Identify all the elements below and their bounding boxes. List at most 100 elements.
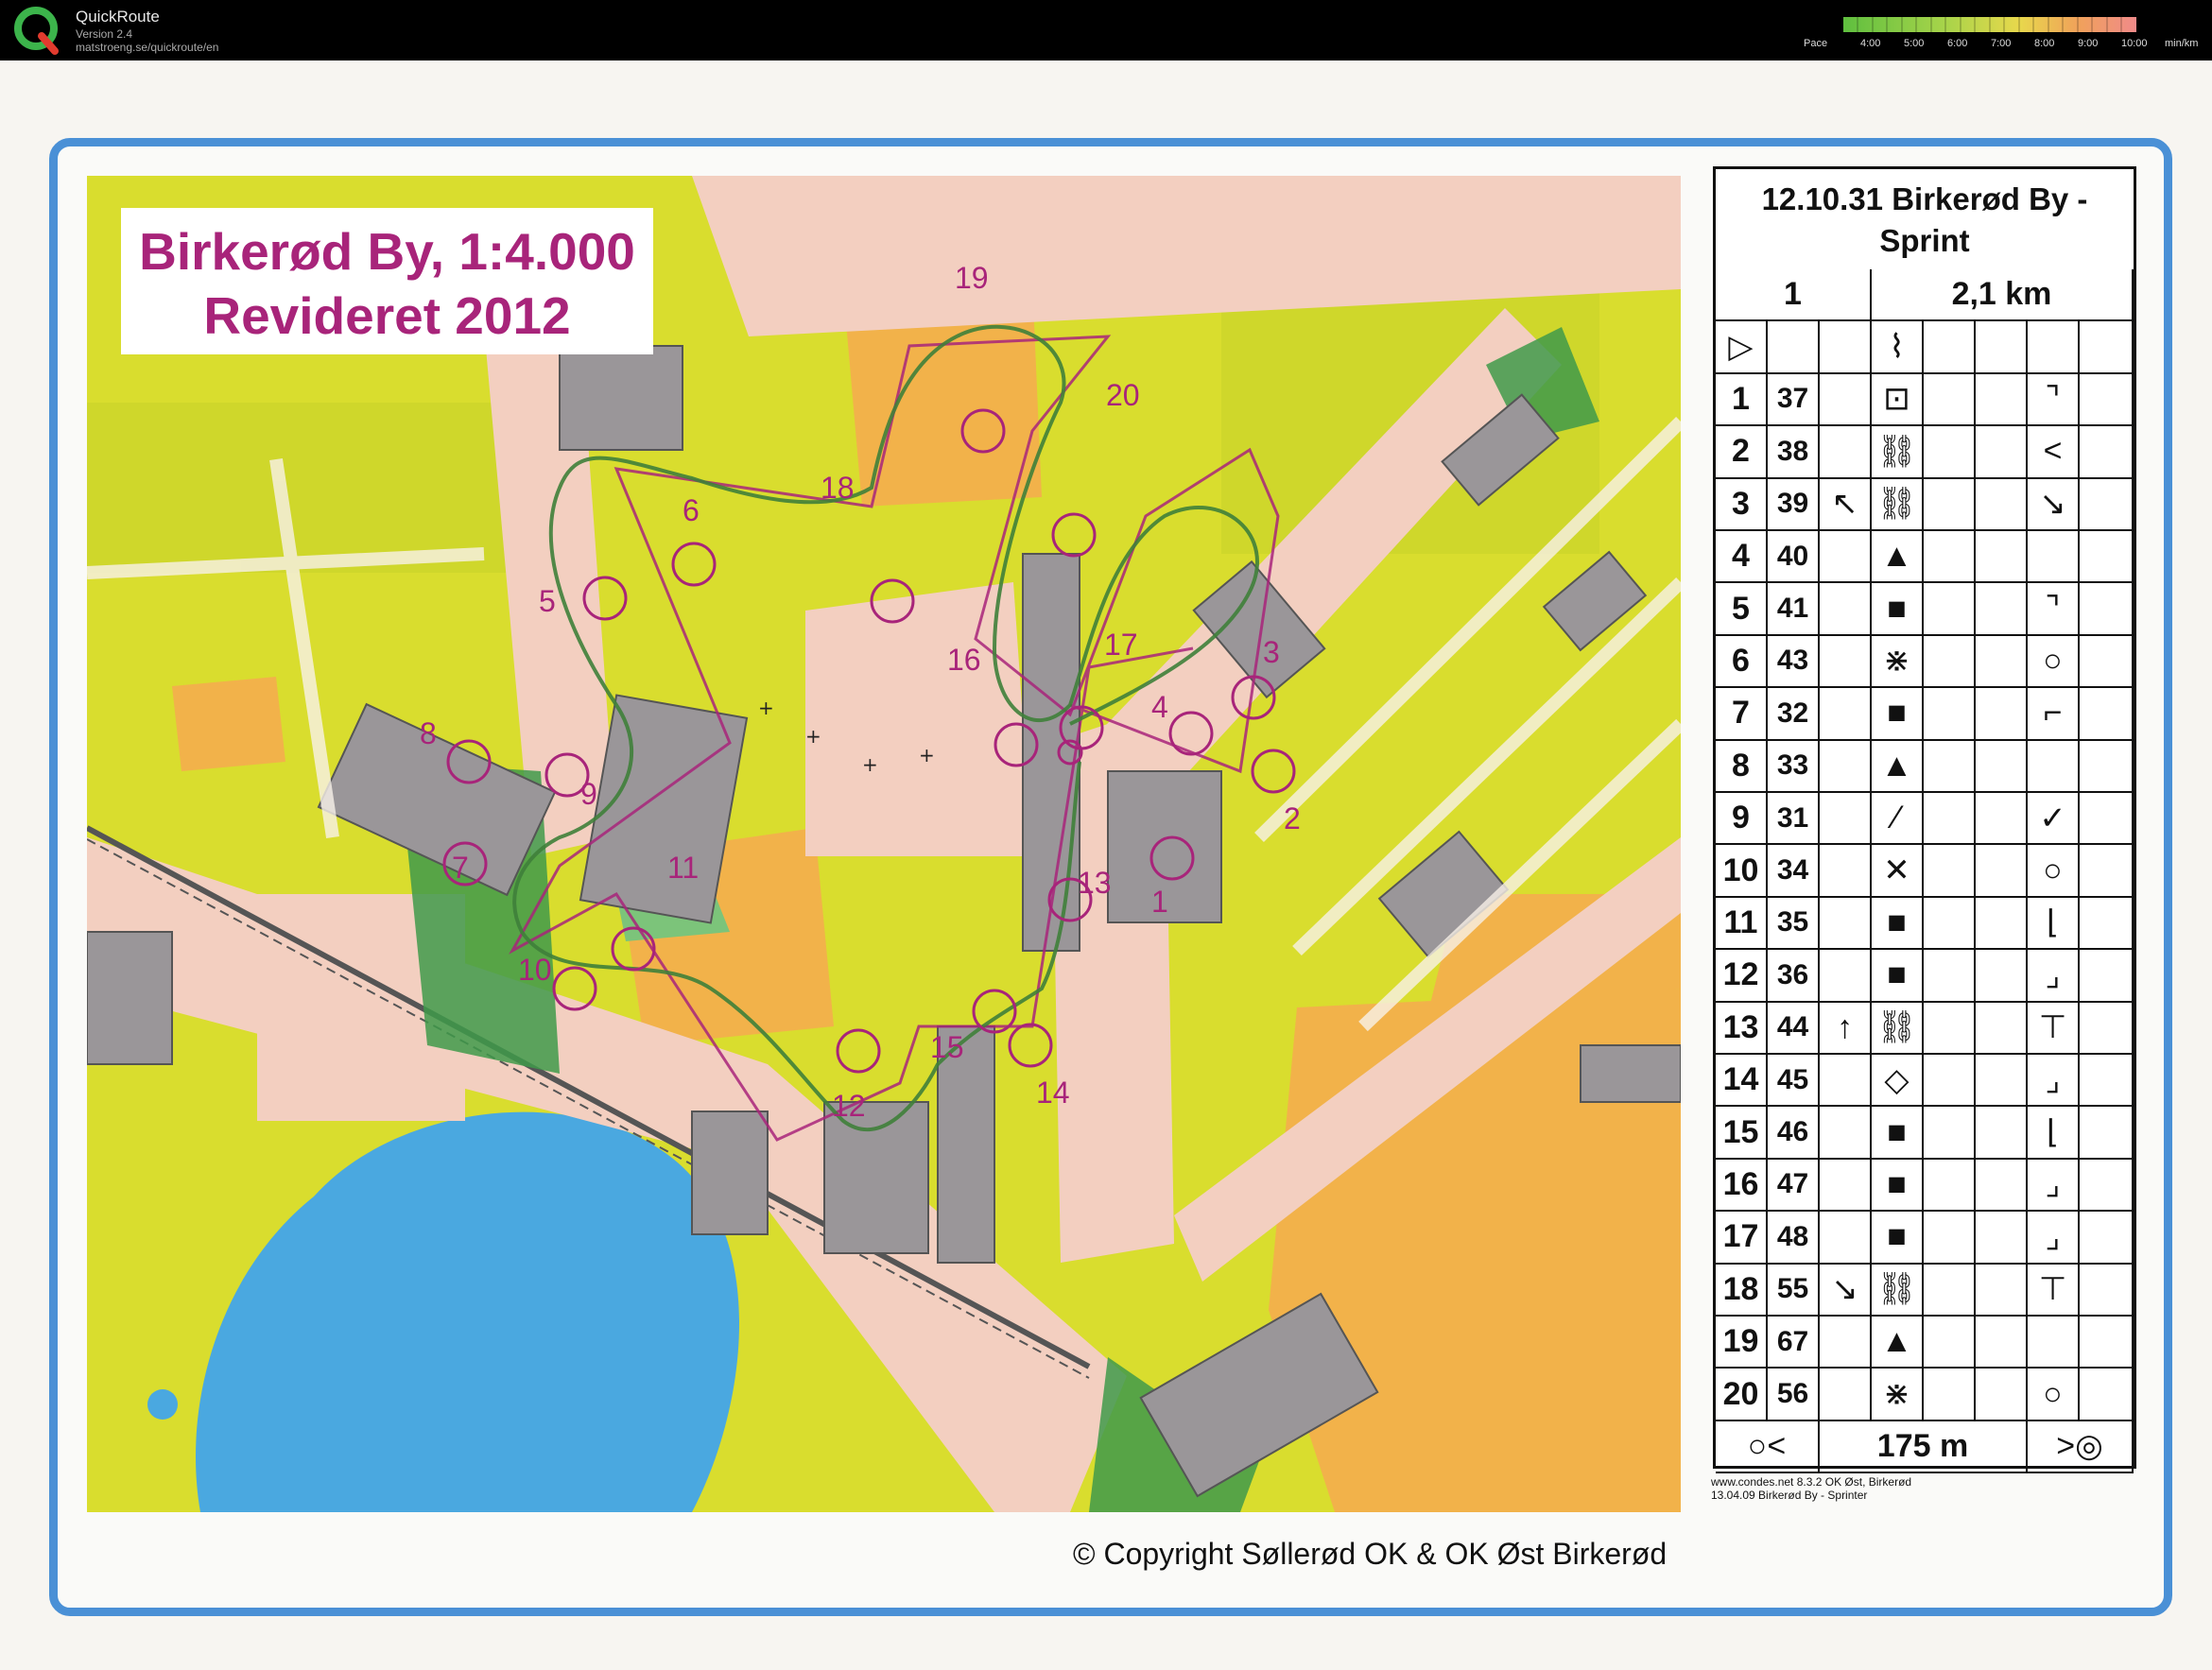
map-title: Birkerød By, 1:4.000	[139, 222, 635, 281]
appearance-symbol	[1924, 531, 1976, 584]
location-symbol: <	[2028, 426, 2080, 479]
control-number: 10	[1716, 845, 1768, 898]
location-symbol	[2028, 740, 2080, 793]
control-number: 14	[1716, 1055, 1768, 1108]
direction-symbol	[1820, 897, 1872, 951]
appearance-symbol	[1924, 1055, 1976, 1108]
direction-symbol	[1820, 583, 1872, 636]
other-info-symbol	[2080, 1159, 2134, 1213]
location-symbol: ⌟	[2028, 1055, 2080, 1108]
finish-start-icon: ○<	[1716, 1420, 1820, 1474]
control-code: 56	[1768, 1369, 1820, 1421]
pace-color-scale	[1843, 17, 2136, 32]
appearance-symbol	[1924, 426, 1976, 479]
feature-symbol: ⛓	[1872, 478, 1924, 531]
appearance-symbol	[1924, 1159, 1976, 1213]
appearance-symbol	[1924, 793, 1976, 846]
control-code: 67	[1768, 1317, 1820, 1369]
control-number: 9	[1716, 793, 1768, 846]
feature-symbol: ◇	[1872, 1055, 1924, 1108]
dimension-symbol	[1976, 845, 2028, 898]
control-code: 32	[1768, 688, 1820, 741]
dimension-symbol	[1976, 635, 2028, 689]
control-label: 7	[452, 851, 469, 885]
appearance-symbol	[1924, 478, 1976, 531]
other-info-symbol	[2080, 688, 2134, 741]
other-info-symbol	[2080, 1264, 2134, 1317]
control-number: 20	[1716, 1369, 1768, 1421]
feature-symbol: ⛓	[1872, 426, 1924, 479]
direction-symbol	[1820, 1212, 1872, 1265]
control-code: 48	[1768, 1212, 1820, 1265]
other-info-symbol	[2080, 793, 2134, 846]
finish-icon: >◎	[2028, 1420, 2134, 1474]
control-number: 12	[1716, 950, 1768, 1003]
direction-symbol: ↖	[1820, 478, 1872, 531]
control-number: 11	[1716, 897, 1768, 951]
dimension-symbol	[1976, 897, 2028, 951]
event-title: 12.10.31 Birkerød By - Sprint	[1761, 181, 2088, 258]
control-code: 40	[1768, 531, 1820, 584]
control-code: 38	[1768, 426, 1820, 479]
control-label: 10	[518, 953, 552, 987]
footer-line: www.condes.net 8.3.2 OK Øst, Birkerød	[1711, 1475, 1912, 1489]
control-label: 12	[832, 1089, 866, 1123]
dimension-symbol	[1976, 426, 2028, 479]
control-label: 1	[1151, 885, 1168, 919]
appearance-symbol	[1924, 635, 1976, 689]
control-label: 6	[683, 493, 700, 527]
map-subtitle: Revideret 2012	[203, 286, 571, 345]
location-symbol: ⌊	[2028, 897, 2080, 951]
direction-symbol	[1820, 635, 1872, 689]
direction-symbol	[1820, 1055, 1872, 1108]
direction-symbol	[1820, 950, 1872, 1003]
control-code: 55	[1768, 1264, 1820, 1317]
dimension-symbol	[1976, 1159, 2028, 1213]
appearance-symbol	[1924, 845, 1976, 898]
location-symbol: ⊤	[2028, 1264, 2080, 1317]
other-info-symbol	[2080, 1107, 2134, 1160]
feature-symbol: ■	[1872, 1107, 1924, 1160]
orienteering-map[interactable]: + + + +	[87, 176, 1681, 1512]
pace-tick: 4:00	[1860, 38, 1881, 49]
location-symbol: ⌟	[2028, 1159, 2080, 1213]
direction-symbol	[1820, 793, 1872, 846]
control-label: 16	[947, 643, 981, 677]
appearance-symbol	[1924, 1212, 1976, 1265]
pace-tick: 9:00	[2078, 38, 2099, 49]
control-label: 13	[1078, 866, 1112, 900]
other-info-symbol	[2080, 373, 2134, 427]
control-code: 46	[1768, 1107, 1820, 1160]
pace-tick: 5:00	[1904, 38, 1925, 49]
direction-symbol: ↑	[1820, 1002, 1872, 1055]
feature-symbol: ■	[1872, 950, 1924, 1003]
control-code: 39	[1768, 478, 1820, 531]
direction-symbol	[1820, 1159, 1872, 1213]
appearance-symbol	[1924, 583, 1976, 636]
appearance-symbol	[1924, 1264, 1976, 1317]
app-version: Version 2.4	[76, 27, 133, 41]
description-cell	[1976, 321, 2028, 374]
direction-symbol	[1820, 740, 1872, 793]
dimension-symbol	[1976, 478, 2028, 531]
start-triangle-icon: ▷	[1716, 321, 1768, 374]
footer-line: 13.04.09 Birkerød By - Sprinter	[1711, 1489, 1868, 1502]
svg-text:+: +	[758, 697, 774, 719]
control-code: 33	[1768, 740, 1820, 793]
other-info-symbol	[2080, 583, 2134, 636]
course-length: 2,1 km	[1872, 269, 2134, 322]
direction-symbol	[1820, 373, 1872, 427]
dimension-symbol	[1976, 1212, 2028, 1265]
control-label: 5	[539, 584, 556, 618]
pace-unit: min/km	[2165, 38, 2199, 49]
feature-symbol: ■	[1872, 897, 1924, 951]
other-info-symbol	[2080, 426, 2134, 479]
location-symbol: ✓	[2028, 793, 2080, 846]
direction-symbol: ↘	[1820, 1264, 1872, 1317]
control-label: 9	[580, 777, 597, 811]
location-symbol	[2028, 531, 2080, 584]
control-label: 14	[1036, 1076, 1070, 1110]
svg-text:+: +	[805, 725, 821, 748]
dimension-symbol	[1976, 688, 2028, 741]
svg-text:+: +	[862, 753, 878, 776]
